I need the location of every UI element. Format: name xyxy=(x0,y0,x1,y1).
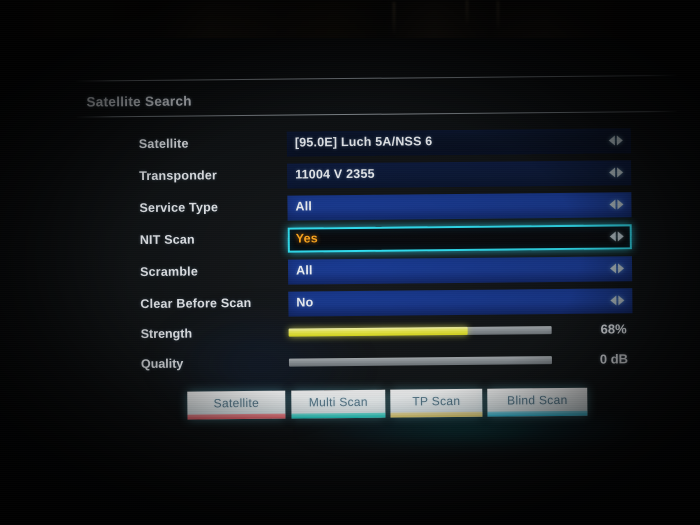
row-label-clear-before-scan: Clear Before Scan xyxy=(140,295,252,312)
field-value-satellite: [95.0E] Luch 5A/NSS 6 xyxy=(294,134,433,150)
field-value-clear-before-scan: No xyxy=(296,295,314,310)
arrow-left-icon[interactable] xyxy=(608,135,615,146)
meter-track-strength xyxy=(288,326,552,337)
field-value-scramble: All xyxy=(296,263,313,278)
field-value-transponder: 11004 V 2355 xyxy=(295,166,375,182)
action-button-bar: Satellite Multi Scan TP Scan Blind Scan xyxy=(187,387,588,422)
field-satellite[interactable]: [95.0E] Luch 5A/NSS 6 xyxy=(286,128,631,157)
multi-scan-button-label: Multi Scan xyxy=(308,394,368,410)
spinner-arrows-satellite[interactable] xyxy=(608,135,623,146)
field-service-type[interactable]: All xyxy=(287,192,632,221)
satellite-button-label: Satellite xyxy=(213,395,260,411)
arrow-left-icon[interactable] xyxy=(610,263,617,274)
form-row-scramble[interactable]: Scramble All xyxy=(140,256,633,287)
arrow-left-icon[interactable] xyxy=(609,199,616,210)
arrow-left-icon[interactable] xyxy=(609,167,616,178)
spinner-arrows-transponder[interactable] xyxy=(609,167,624,178)
meter-row-quality: Quality 0 dB xyxy=(141,348,661,377)
arrow-right-icon[interactable] xyxy=(617,231,624,242)
meter-label-quality: Quality xyxy=(140,356,184,372)
meter-value-quality: 0 dB xyxy=(599,351,629,367)
arrow-left-icon[interactable] xyxy=(610,295,617,306)
meter-value-strength: 68% xyxy=(600,321,627,337)
form-row-satellite[interactable]: Satellite [95.0E] Luch 5A/NSS 6 xyxy=(139,128,631,159)
spinner-arrows-service-type[interactable] xyxy=(609,199,624,210)
multi-scan-button[interactable]: Multi Scan xyxy=(291,389,386,419)
arrow-left-icon[interactable] xyxy=(609,231,616,242)
row-label-satellite: Satellite xyxy=(138,136,189,152)
blind-scan-button-label: Blind Scan xyxy=(507,392,568,408)
page-title: Satellite Search xyxy=(86,93,192,110)
row-label-transponder: Transponder xyxy=(139,168,218,184)
tv-screen-photo: Satellite Search Satellite [95.0E] Luch … xyxy=(0,0,700,525)
arrow-right-icon[interactable] xyxy=(618,295,625,306)
arrow-right-icon[interactable] xyxy=(617,167,624,178)
arrow-right-icon[interactable] xyxy=(617,199,624,210)
tp-scan-button-label: TP Scan xyxy=(412,393,461,409)
field-nit-scan[interactable]: Yes xyxy=(287,224,632,253)
spinner-arrows-clear-before-scan[interactable] xyxy=(610,295,625,306)
form-row-nit-scan[interactable]: NIT Scan Yes xyxy=(140,224,632,255)
spinner-arrows-scramble[interactable] xyxy=(610,263,625,274)
header-divider-top xyxy=(76,74,677,82)
field-transponder[interactable]: 11004 V 2355 xyxy=(287,160,632,189)
arrow-right-icon[interactable] xyxy=(618,263,625,274)
osd-satellite-search: Satellite Search Satellite [95.0E] Luch … xyxy=(0,0,700,525)
form-row-clear-before-scan[interactable]: Clear Before Scan No xyxy=(140,288,633,319)
form-row-service-type[interactable]: Service Type All xyxy=(139,192,632,223)
row-label-scramble: Scramble xyxy=(140,264,199,280)
meter-fill-strength xyxy=(288,326,468,337)
blind-scan-button[interactable]: Blind Scan xyxy=(487,387,588,417)
meter-row-strength: Strength 68% xyxy=(141,318,661,347)
header-divider-bottom xyxy=(76,110,677,118)
row-label-service-type: Service Type xyxy=(139,200,219,216)
form-row-transponder[interactable]: Transponder 11004 V 2355 xyxy=(139,160,632,191)
field-clear-before-scan[interactable]: No xyxy=(288,288,633,317)
meter-label-strength: Strength xyxy=(140,326,193,342)
satellite-button[interactable]: Satellite xyxy=(187,390,286,420)
arrow-right-icon[interactable] xyxy=(616,135,623,146)
tp-scan-button[interactable]: TP Scan xyxy=(390,388,483,418)
field-scramble[interactable]: All xyxy=(287,256,633,285)
spinner-arrows-nit-scan[interactable] xyxy=(609,231,624,242)
field-value-service-type: All xyxy=(295,199,313,214)
field-value-nit-scan: Yes xyxy=(295,231,318,246)
row-label-nit-scan: NIT Scan xyxy=(139,232,195,248)
meter-track-quality xyxy=(288,356,552,367)
